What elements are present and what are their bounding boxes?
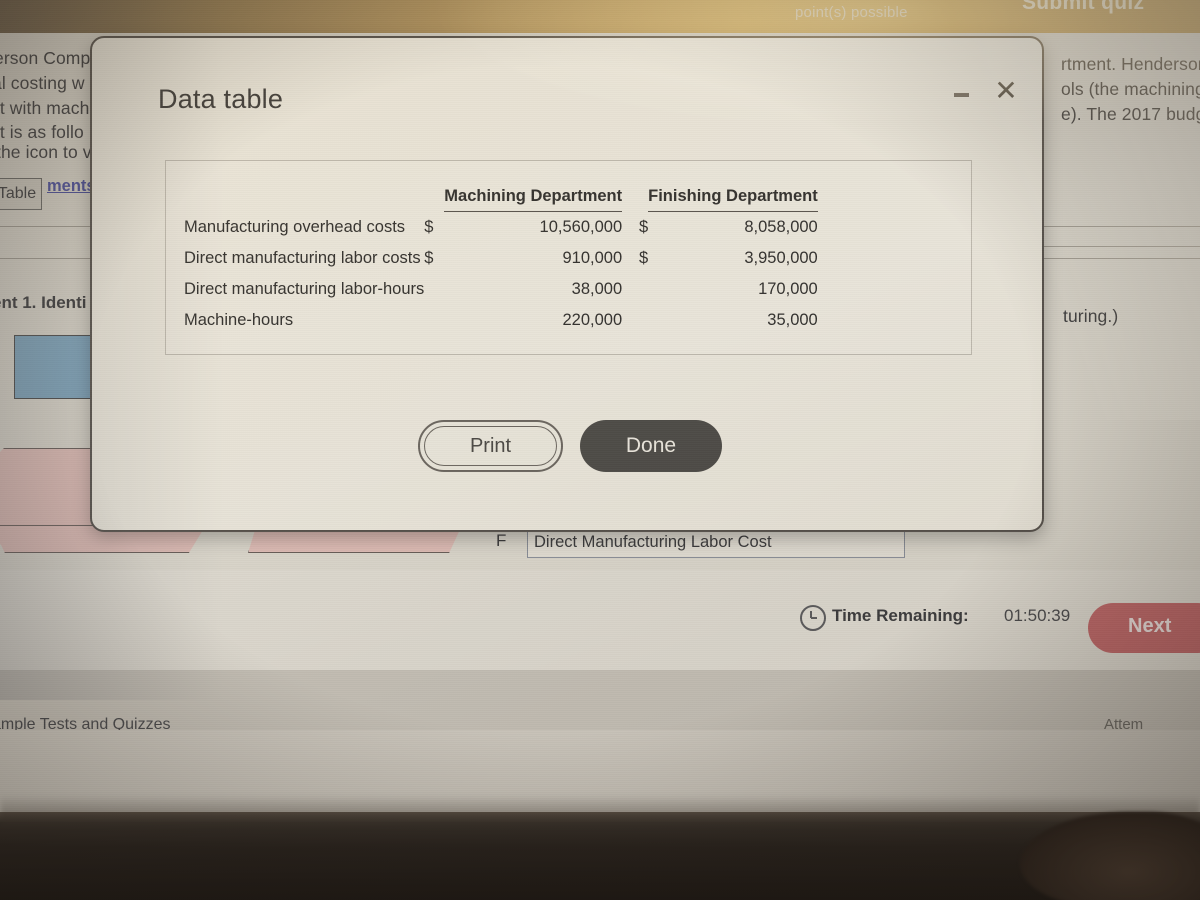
table-row: Manufacturing overhead costs $10,560,000 $… xyxy=(184,212,818,244)
table-header-finishing: Finishing Department xyxy=(648,187,818,212)
finishing-currency: $ xyxy=(638,217,649,236)
finishing-value: 35,000 xyxy=(767,311,818,329)
machining-value: 910,000 xyxy=(562,249,623,267)
browser-bottom-strip xyxy=(0,670,1200,730)
data-table: Machining Department Finishing Departmen… xyxy=(184,187,818,336)
data-table-panel: Machining Department Finishing Departmen… xyxy=(165,160,972,355)
table-header-blank xyxy=(184,187,424,212)
time-remaining-value: 01:50:39 xyxy=(1004,606,1071,625)
question-text-line: rtment. Henderson xyxy=(1061,54,1200,74)
next-button[interactable]: Next xyxy=(1088,603,1200,653)
requirements-link[interactable]: ments xyxy=(47,177,96,196)
laptop-deck xyxy=(0,812,1200,900)
divider xyxy=(1040,246,1200,247)
answer-input[interactable]: Direct Manufacturing Labor Cost xyxy=(527,528,905,558)
table-row: Direct manufacturing labor costs $910,000… xyxy=(184,243,818,274)
points-possible-label: point(s) possible xyxy=(795,4,908,21)
laptop-screen: point(s) possible Submit quiz erson Comp… xyxy=(0,0,1200,812)
clock-icon xyxy=(800,605,826,631)
question-text-line: e). The 2017 budget xyxy=(1061,104,1200,124)
row-label: Manufacturing overhead costs xyxy=(184,217,406,236)
finishing-currency xyxy=(622,274,648,305)
close-icon[interactable]: ✕ xyxy=(990,76,1022,108)
print-button[interactable]: Print xyxy=(418,420,563,472)
answer-row-letter: F xyxy=(496,531,507,550)
done-button[interactable]: Done xyxy=(580,420,722,472)
finishing-currency: $ xyxy=(638,249,649,267)
finishing-currency xyxy=(622,305,648,336)
print-button-label: Print xyxy=(424,426,557,466)
data-table-dialog: Data table ✕ Machining Department Finish… xyxy=(90,36,1044,532)
question-text-line: nt is as follo xyxy=(0,122,84,142)
table-row: Direct manufacturing labor-hours 38,000 17… xyxy=(184,274,818,305)
requirement-heading: ent 1. Identi xyxy=(0,293,87,312)
submit-quiz-button[interactable]: Submit quiz xyxy=(1022,0,1144,15)
question-text-line: erson Comp xyxy=(0,48,91,68)
question-text-line: turing.) xyxy=(1063,306,1119,326)
machining-currency: $ xyxy=(424,217,434,236)
quiz-top-bar: point(s) possible Submit quiz xyxy=(0,0,1200,33)
finishing-value: 3,950,000 xyxy=(744,249,818,267)
machining-currency: $ xyxy=(424,249,434,267)
row-label: Machine-hours xyxy=(184,311,294,329)
laptop-photo: point(s) possible Submit quiz erson Comp… xyxy=(0,0,1200,900)
data-table-button[interactable]: Table xyxy=(0,178,42,210)
table-header-machining: Machining Department xyxy=(444,187,623,212)
machining-value: 220,000 xyxy=(562,311,623,329)
question-text-line: nt with machi xyxy=(0,98,94,118)
machining-currency xyxy=(424,305,444,336)
row-label: Direct manufacturing labor-hours xyxy=(184,280,425,298)
minimize-icon[interactable] xyxy=(948,82,974,108)
question-text-line: ols (the machining xyxy=(1061,79,1200,99)
answer-input-value: Direct Manufacturing Labor Cost xyxy=(534,533,772,551)
row-label: Direct manufacturing labor costs xyxy=(184,249,421,267)
screen-bottom-blur xyxy=(0,795,1200,825)
machining-value: 38,000 xyxy=(571,280,623,298)
finishing-value: 170,000 xyxy=(758,280,818,298)
question-text-line: the icon to v xyxy=(0,142,92,162)
table-row: Machine-hours 220,000 35,000 xyxy=(184,305,818,336)
time-remaining-label: Time Remaining: xyxy=(832,606,969,625)
selected-answer-cell[interactable] xyxy=(14,335,98,399)
finishing-value: 8,058,000 xyxy=(744,218,818,236)
table-header-row: Machining Department Finishing Departmen… xyxy=(184,187,818,212)
dialog-title: Data table xyxy=(158,84,284,114)
machining-currency xyxy=(424,274,444,305)
machining-value: 10,560,000 xyxy=(539,218,623,236)
question-text-line: al costing w xyxy=(0,73,85,93)
